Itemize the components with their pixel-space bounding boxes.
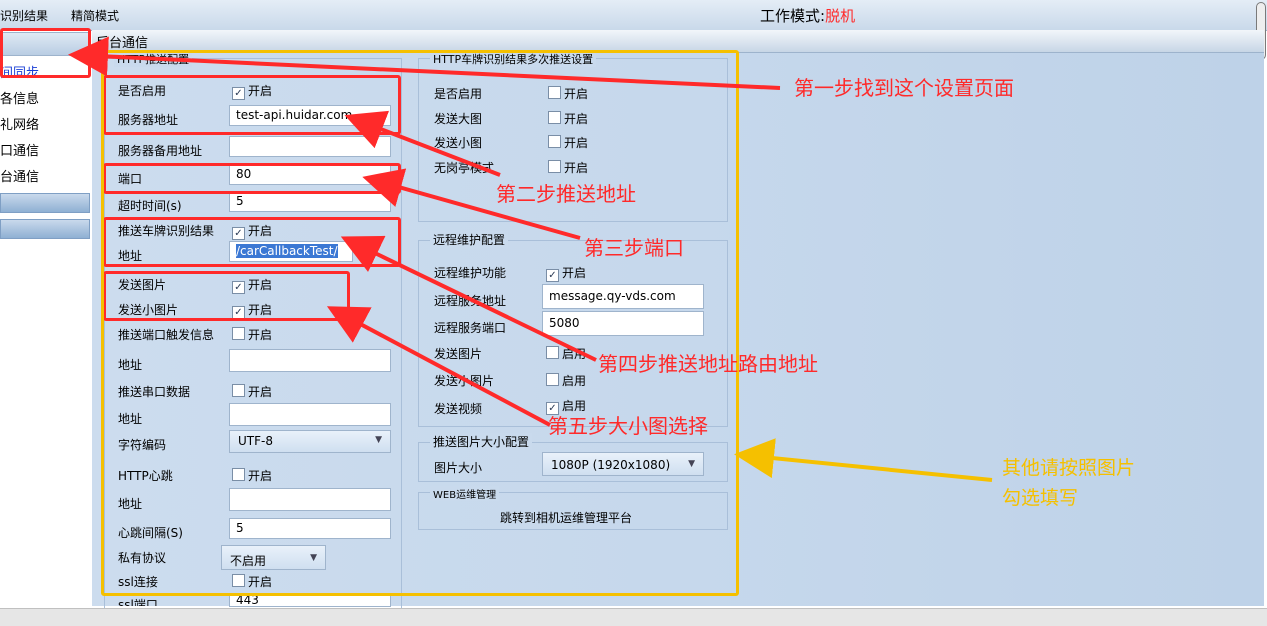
status-bar — [0, 608, 1267, 626]
menu-recognition-result[interactable]: 识别结果 — [0, 7, 48, 24]
nav-item-backend-comm[interactable]: 台通信 — [0, 166, 39, 185]
nav-item-port-comm[interactable]: 口通信 — [0, 140, 39, 159]
ssl-port-label: ssl端口 — [118, 598, 158, 606]
nav-item-network[interactable]: 礼网络 — [0, 114, 39, 133]
nav-section-bar[interactable] — [0, 193, 90, 213]
other-annotation-line1: 其他请按照图片 — [1002, 457, 1136, 479]
other-annotation-line2: 勾选填写 — [1002, 487, 1079, 509]
other-annotation: 其他请按照图片 勾选填写 — [1002, 453, 1135, 513]
step1-highlight-box — [0, 28, 91, 78]
work-mode-label: 工作模式: — [760, 7, 826, 25]
tab-backend-comm[interactable]: 后台通信 — [96, 32, 148, 51]
nav-item-device-info[interactable]: 各信息 — [0, 88, 39, 107]
other-settings-highlight-box — [101, 50, 739, 596]
work-mode: 工作模式:脱机 — [760, 5, 855, 26]
work-mode-value: 脱机 — [825, 7, 856, 25]
step1-annotation: 第一步找到这个设置页面 — [794, 76, 1014, 100]
step3-annotation: 第三步端口 — [584, 236, 684, 260]
menu-bar — [0, 0, 1267, 31]
step5-annotation: 第五步大小图选择 — [548, 414, 708, 438]
menu-simple-mode[interactable]: 精简模式 — [71, 7, 119, 24]
nav-section-bar[interactable] — [0, 219, 90, 239]
step4-annotation: 第四步推送地址路由地址 — [598, 352, 818, 376]
left-nav: 间同步 各信息 礼网络 口通信 台通信 — [0, 30, 90, 610]
step2-annotation: 第二步推送地址 — [496, 182, 636, 206]
